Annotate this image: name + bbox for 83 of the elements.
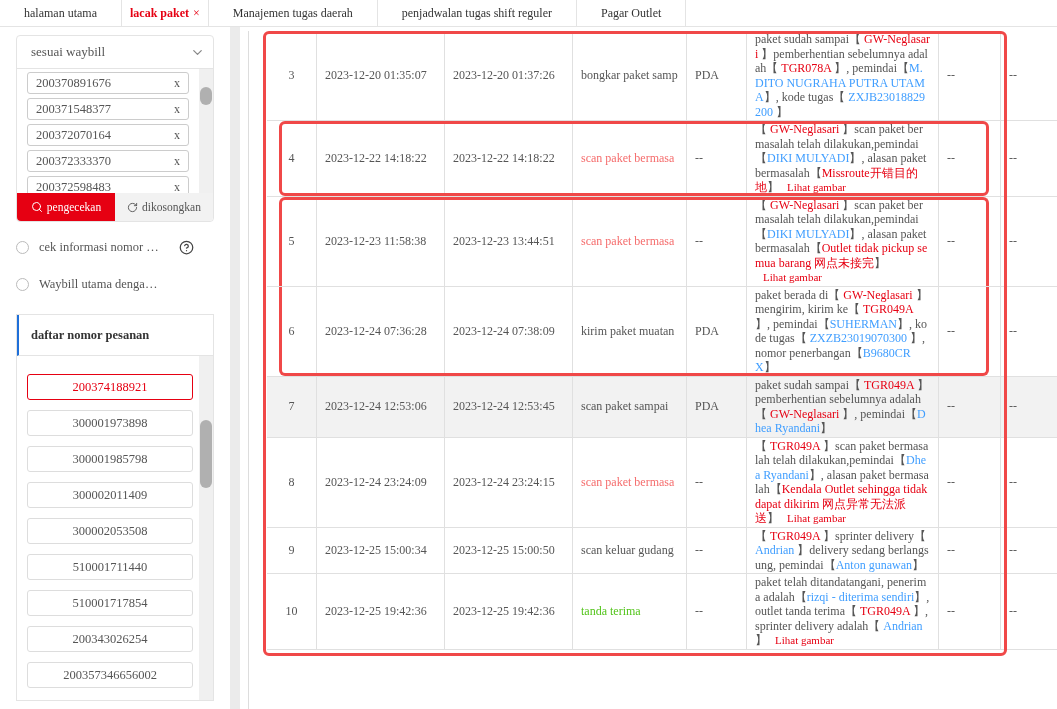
table-cell: 2023-12-24 23:24:09 xyxy=(317,437,445,527)
table-cell: -- xyxy=(1001,574,1057,649)
radio-button[interactable] xyxy=(16,278,29,291)
table-cell: 2023-12-25 15:00:34 xyxy=(317,527,445,573)
table-cell: 4 xyxy=(267,121,317,196)
search-icon xyxy=(30,201,43,213)
section-title: daftar nomor pesanan xyxy=(17,315,213,356)
remove-button[interactable]: x xyxy=(174,75,180,91)
table-cell: scan paket bermasa xyxy=(573,437,687,527)
table-cell: -- xyxy=(1001,121,1057,196)
order-number-item[interactable]: 200357346656002 xyxy=(27,662,193,688)
table-cell: -- xyxy=(939,376,1001,437)
order-number-item[interactable]: 200374188921 xyxy=(27,374,193,400)
view-image-link[interactable]: Lihat gambar xyxy=(763,271,822,283)
table-cell: -- xyxy=(687,121,747,196)
table-cell: -- xyxy=(939,121,1001,196)
table-cell: PDA xyxy=(687,376,747,437)
tab[interactable]: Pagar Outlet xyxy=(577,0,687,26)
table-cell: 8 xyxy=(267,437,317,527)
table-cell: 2023-12-25 15:00:50 xyxy=(445,527,573,573)
clear-button[interactable]: dikosongkan xyxy=(115,193,213,221)
table-cell: 2023-12-25 19:42:36 xyxy=(445,574,573,649)
search-button[interactable]: pengecekan xyxy=(17,193,115,221)
close-icon[interactable]: × xyxy=(193,5,200,21)
table-cell: 2023-12-20 01:35:07 xyxy=(317,31,445,120)
order-number-item[interactable]: 510001717854 xyxy=(27,590,193,616)
table-cell: 2023-12-24 12:53:45 xyxy=(445,376,573,437)
scrollbar-thumb[interactable] xyxy=(200,420,212,488)
table-cell: -- xyxy=(1001,31,1057,120)
table-cell: 2023-12-20 01:37:26 xyxy=(445,31,573,120)
order-number-item[interactable]: 300002053508 xyxy=(27,518,193,544)
refresh-icon xyxy=(127,201,139,213)
remove-button[interactable]: x xyxy=(174,101,180,117)
table-cell: -- xyxy=(939,574,1001,649)
description-text: paket telah ditandatangani, penerima adalah【rizqi - diterima sendiri】, outlet tanda terima【 TGR049A 】, sprinter delivery adalah【 Andrian 】 Lihat gambar xyxy=(755,575,930,648)
option-label: Waybill utama denga… xyxy=(39,277,159,292)
table-cell: PDA xyxy=(687,31,747,120)
table-cell: scan paket sampai xyxy=(573,376,687,437)
table-cell: -- xyxy=(939,527,1001,573)
tab[interactable]: Manajemen tugas daerah xyxy=(208,0,378,26)
waybill-mode-dropdown[interactable]: sesuai waybill xyxy=(17,36,213,69)
table-cell: tanda terima xyxy=(573,574,687,649)
table-cell: -- xyxy=(939,31,1001,120)
table-cell: -- xyxy=(687,574,747,649)
table-cell: scan paket bermasa xyxy=(573,121,687,196)
table-cell: 10 xyxy=(267,574,317,649)
remove-button[interactable]: x xyxy=(174,179,180,193)
table-cell: 3 xyxy=(267,31,317,120)
radio-button[interactable] xyxy=(16,241,29,254)
description-text: 【 TGR049A 】scan paket bermasalah telah dilakukan,pemindai【Dhea Ryandani】, alasan paket bermasalah【Kendala Outlet sehingga tidak dapat dikirim 网点异常无法派送】 Lihat gambar xyxy=(755,438,930,526)
view-image-link[interactable]: Lihat gambar xyxy=(787,512,846,524)
tab[interactable]: halaman utama xyxy=(0,0,122,26)
table-cell: -- xyxy=(687,437,747,527)
tab[interactable]: lacak paket × xyxy=(121,0,209,26)
table-cell: -- xyxy=(687,527,747,573)
table-cell: 2023-12-22 14:18:22 xyxy=(445,121,573,196)
table-cell: scan keluar gudang xyxy=(573,527,687,573)
order-number-item[interactable]: 300002011409 xyxy=(27,482,193,508)
waybill-tag: 200372070164 x xyxy=(27,124,189,146)
remove-button[interactable]: x xyxy=(174,127,180,143)
table-cell: 9 xyxy=(267,527,317,573)
help-icon[interactable] xyxy=(179,240,194,255)
view-image-link[interactable]: Lihat gambar xyxy=(787,181,846,193)
remove-button[interactable]: x xyxy=(174,153,180,169)
option-label: cek informasi nomor … xyxy=(39,240,160,255)
table-cell: 7 xyxy=(267,376,317,437)
view-image-link[interactable]: Lihat gambar xyxy=(775,634,834,646)
waybill-tag: 200372333370 x xyxy=(27,150,189,172)
order-number-item[interactable]: 510001711440 xyxy=(27,554,193,580)
scrollbar-thumb[interactable] xyxy=(200,87,212,105)
table-cell: 2023-12-24 23:24:15 xyxy=(445,437,573,527)
order-number-item[interactable]: 200343026254 xyxy=(27,626,193,652)
tab[interactable]: penjadwalan tugas shift reguler xyxy=(377,0,577,26)
table-cell: 2023-12-22 14:18:22 xyxy=(317,121,445,196)
table-cell: 2023-12-25 19:42:36 xyxy=(317,574,445,649)
order-number-item[interactable]: 300001985798 xyxy=(27,446,193,472)
order-number-item[interactable]: 300001973898 xyxy=(27,410,193,436)
description-text: paket sudah sampai【 TGR049A 】pemberhentian sebelumnya adalah【 GW-Neglasari 】, pemindai【Dhea Ryandani】 xyxy=(755,377,930,436)
table-cell: bongkar paket samp xyxy=(573,31,687,120)
table-cell: -- xyxy=(939,437,1001,527)
waybill-tag: 200370891676 x xyxy=(27,72,189,94)
waybill-tag: 200371548377 x xyxy=(27,98,189,120)
table-cell: 2023-12-24 12:53:06 xyxy=(317,376,445,437)
